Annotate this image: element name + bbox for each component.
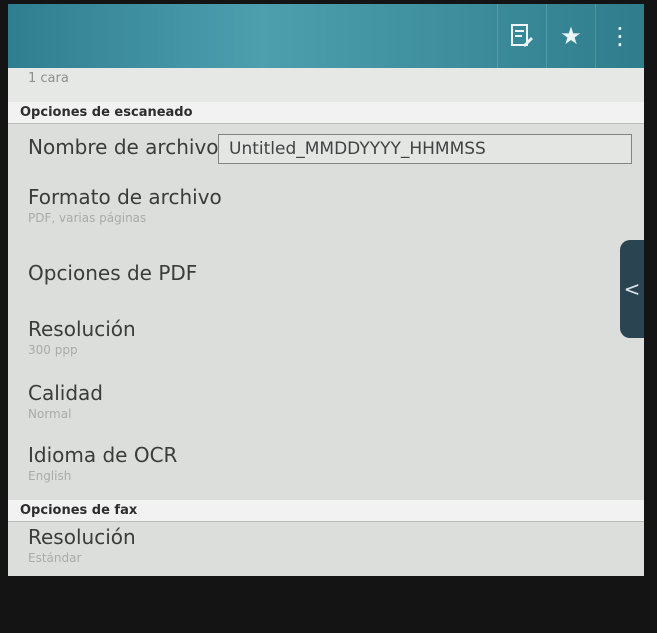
quality-label: Calidad [28, 381, 103, 405]
resolution-label: Resolución [28, 317, 136, 341]
action-bar-actions: ★ ⋮ [497, 4, 644, 68]
ocr-language-label: Idioma de OCR [28, 443, 178, 467]
quality-value: Normal [28, 407, 72, 421]
fax-options-header: Opciones de fax [8, 500, 644, 522]
file-format-label: Formato de archivo [28, 185, 222, 209]
overflow-menu-icon[interactable]: ⋮ [595, 4, 644, 68]
ocr-language-row[interactable]: Idioma de OCR English [8, 442, 644, 496]
previous-item-value: 1 cara [8, 68, 644, 102]
chevron-left-icon: < [623, 277, 641, 301]
edit-document-icon[interactable] [497, 4, 546, 68]
fax-resolution-row[interactable]: Resolución Estándar [8, 524, 644, 576]
side-panel-toggle[interactable]: < [620, 240, 644, 338]
fax-resolution-label: Resolución [28, 525, 136, 549]
file-name-input[interactable] [218, 134, 632, 164]
pdf-options-row[interactable]: Opciones de PDF [8, 260, 644, 306]
pdf-options-label: Opciones de PDF [28, 261, 198, 285]
file-format-row[interactable]: Formato de archivo PDF, varias páginas [8, 184, 644, 244]
star-icon[interactable]: ★ [546, 4, 595, 68]
file-format-value: PDF, varias páginas [28, 211, 147, 225]
device-screen: ★ ⋮ 1 cara Opciones de escaneado Nombre … [8, 4, 644, 576]
resolution-value: 300 ppp [28, 343, 78, 357]
scan-options-header: Opciones de escaneado [8, 102, 644, 124]
quality-row[interactable]: Calidad Normal [8, 380, 644, 434]
ocr-language-value: English [28, 469, 72, 483]
fax-resolution-value: Estándar [28, 551, 82, 565]
action-bar: ★ ⋮ [8, 4, 644, 68]
edit-document-icon-graphic [511, 24, 533, 47]
resolution-row[interactable]: Resolución 300 ppp [8, 316, 644, 372]
